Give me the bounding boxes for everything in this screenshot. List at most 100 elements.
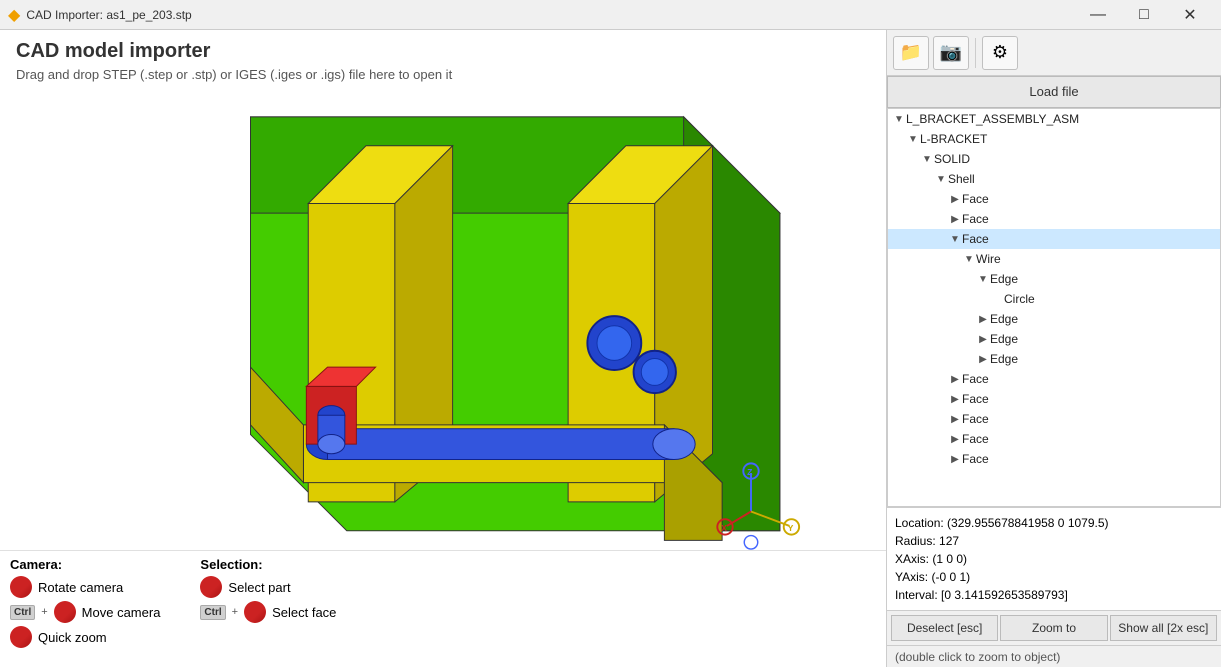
camera-section: Camera: Rotate camera Ctrl + Move camera…	[10, 557, 160, 651]
tree-node-label: Face	[962, 232, 989, 246]
tree-node[interactable]: ▼Shell	[888, 169, 1220, 189]
open-file-button[interactable]: 📁	[893, 36, 929, 70]
tree-arrow-icon[interactable]: ▼	[892, 114, 906, 125]
tree-node[interactable]: ▼Face	[888, 229, 1220, 249]
tree-node[interactable]: ▶Face	[888, 449, 1220, 469]
deselect-button[interactable]: Deselect [esc]	[891, 615, 998, 641]
tree-arrow-icon[interactable]: ▶	[948, 414, 962, 425]
select-part-row: Select part	[200, 576, 336, 598]
xaxis-info: XAxis: (1 0 0)	[895, 550, 1213, 568]
tree-node-label: Face	[962, 412, 989, 426]
select-face-label: Select face	[272, 605, 336, 620]
tree-node[interactable]: ▼Wire	[888, 249, 1220, 269]
tree-node-label: SOLID	[934, 152, 970, 166]
action-buttons: Deselect [esc] Zoom to Show all [2x esc]	[887, 610, 1221, 645]
tree-node[interactable]: ▶Edge	[888, 329, 1220, 349]
settings-button[interactable]: ⚙	[982, 36, 1018, 70]
zoom-to-button[interactable]: Zoom to	[1000, 615, 1107, 641]
ctrl-badge-face: Ctrl	[200, 605, 225, 620]
move-icon	[54, 601, 76, 623]
tree-arrow-icon[interactable]: ▶	[948, 374, 962, 385]
move-camera-row: Ctrl + Move camera	[10, 601, 160, 623]
interval-info: Interval: [0 3.141592653589793]	[895, 586, 1213, 604]
camera-title: Camera:	[10, 557, 160, 572]
tree-node[interactable]: ▼L-BRACKET	[888, 129, 1220, 149]
maximize-button[interactable]: □	[1121, 0, 1167, 30]
ctrl-badge-move: Ctrl	[10, 605, 35, 620]
tree-node-label: Edge	[990, 312, 1018, 326]
right-panel: 📁 📷 ⚙ Load file ▼L_BRACKET_ASSEMBLY_ASM▼…	[886, 30, 1221, 667]
tree-node[interactable]: ▼Edge	[888, 269, 1220, 289]
tree-arrow-icon[interactable]: ▶	[948, 194, 962, 205]
tree-arrow-icon[interactable]: ▼	[906, 134, 920, 145]
zoom-icon	[10, 626, 32, 648]
svg-text:Z: Z	[747, 467, 753, 477]
tree-arrow-icon[interactable]: ▶	[948, 214, 962, 225]
select-face-row: Ctrl + Select face	[200, 601, 336, 623]
minimize-button[interactable]: —	[1075, 0, 1121, 30]
tree-node-label: Edge	[990, 332, 1018, 346]
tree-node[interactable]: ▶Edge	[888, 309, 1220, 329]
tree-node[interactable]: ▶Face	[888, 409, 1220, 429]
tree-arrow-icon[interactable]: ▶	[976, 354, 990, 365]
zoom-row: Quick zoom	[10, 626, 160, 648]
app-title: CAD model importer	[16, 40, 870, 63]
tree-arrow-icon[interactable]: ▼	[962, 254, 976, 265]
status-text: (double click to zoom to object)	[895, 650, 1060, 664]
tree-arrow-icon[interactable]: ▼	[934, 174, 948, 185]
move-label: Move camera	[82, 605, 161, 620]
left-panel: CAD model importer Drag and drop STEP (.…	[0, 30, 886, 667]
3d-model-view: Z X Y	[0, 88, 886, 550]
tree-arrow-icon[interactable]: ▼	[920, 154, 934, 165]
window-title: CAD Importer: as1_pe_203.stp	[26, 8, 1075, 22]
svg-text:X: X	[721, 523, 727, 533]
tree-arrow-icon[interactable]: ▶	[948, 394, 962, 405]
tree-node[interactable]: ▶Face	[888, 389, 1220, 409]
show-all-button[interactable]: Show all [2x esc]	[1110, 615, 1217, 641]
app-subtitle: Drag and drop STEP (.step or .stp) or IG…	[16, 67, 870, 82]
rotate-camera-row: Rotate camera	[10, 576, 160, 598]
selection-title: Selection:	[200, 557, 336, 572]
yaxis-info: YAxis: (-0 0 1)	[895, 568, 1213, 586]
tree-node-label: Face	[962, 392, 989, 406]
tree-node-label: Edge	[990, 272, 1018, 286]
tree-node-label: Face	[962, 452, 989, 466]
tree-arrow-icon[interactable]: ▶	[948, 434, 962, 445]
viewport[interactable]: Z X Y	[0, 88, 886, 550]
header-area: CAD model importer Drag and drop STEP (.…	[0, 30, 886, 88]
tree-node[interactable]: ▶Face	[888, 429, 1220, 449]
zoom-label: Quick zoom	[38, 630, 107, 645]
toolbar-separator	[975, 38, 976, 68]
tree-node-label: L_BRACKET_ASSEMBLY_ASM	[906, 112, 1079, 126]
tree-node-label: L-BRACKET	[920, 132, 987, 146]
close-button[interactable]: ✕	[1167, 0, 1213, 30]
tree-node-label: Edge	[990, 352, 1018, 366]
tree-node-label: Face	[962, 372, 989, 386]
tree-arrow-icon[interactable]: ▶	[976, 314, 990, 325]
tree-arrow-icon[interactable]: ▼	[976, 274, 990, 285]
tree-node[interactable]: Circle	[888, 289, 1220, 309]
location-info: Location: (329.955678841958 0 1079.5)	[895, 514, 1213, 532]
toolbar: 📁 📷 ⚙	[887, 30, 1221, 76]
tree-node-label: Face	[962, 192, 989, 206]
tree-node[interactable]: ▶Face	[888, 369, 1220, 389]
status-bar: (double click to zoom to object)	[887, 645, 1221, 667]
tree-view[interactable]: ▼L_BRACKET_ASSEMBLY_ASM▼L-BRACKET▼SOLID▼…	[887, 108, 1221, 507]
tree-node[interactable]: ▶Face	[888, 189, 1220, 209]
tree-arrow-icon[interactable]: ▼	[948, 234, 962, 245]
tree-node-label: Face	[962, 212, 989, 226]
select-part-label: Select part	[228, 580, 290, 595]
tree-node[interactable]: ▼L_BRACKET_ASSEMBLY_ASM	[888, 109, 1220, 129]
bottom-info-panel: Camera: Rotate camera Ctrl + Move camera…	[0, 550, 886, 667]
camera-button[interactable]: 📷	[933, 36, 969, 70]
tree-node[interactable]: ▼SOLID	[888, 149, 1220, 169]
load-file-button[interactable]: Load file	[887, 76, 1221, 108]
rotate-icon	[10, 576, 32, 598]
tree-node[interactable]: ▶Edge	[888, 349, 1220, 369]
tree-arrow-icon[interactable]: ▶	[976, 334, 990, 345]
tree-arrow-icon[interactable]: ▶	[948, 454, 962, 465]
tree-node-label: Shell	[948, 172, 975, 186]
tree-node[interactable]: ▶Face	[888, 209, 1220, 229]
title-bar: ◆ CAD Importer: as1_pe_203.stp — □ ✕	[0, 0, 1221, 30]
app-icon: ◆	[8, 5, 20, 25]
